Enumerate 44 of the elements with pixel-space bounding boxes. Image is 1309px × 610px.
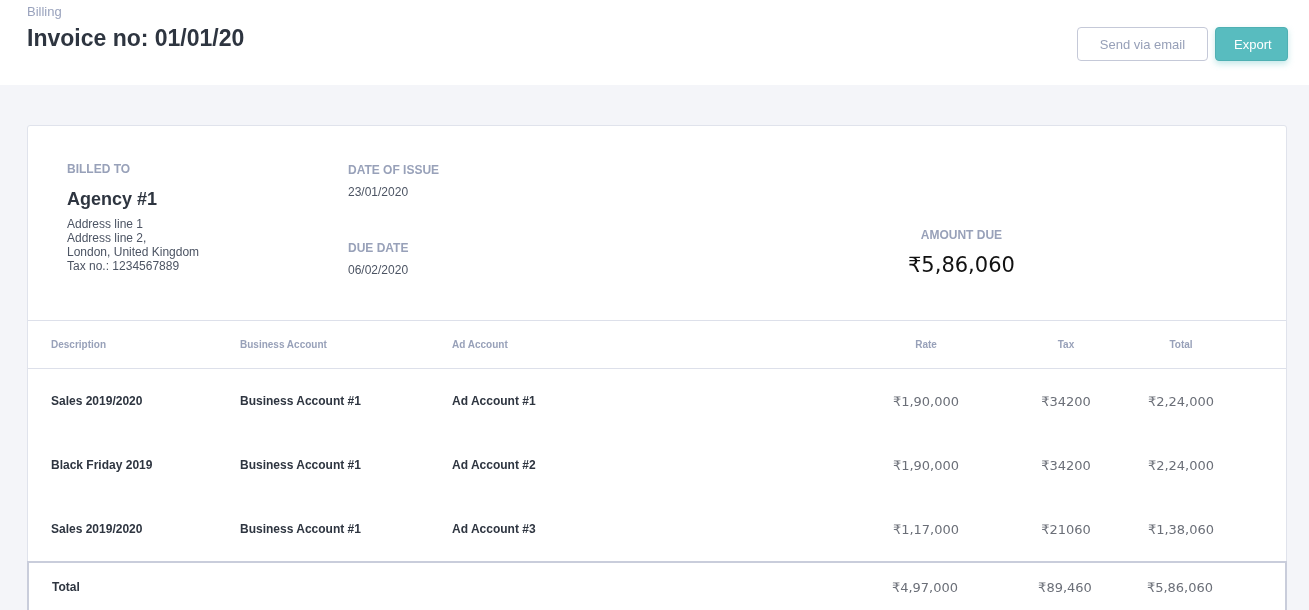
section-label: BILLED TO xyxy=(67,162,132,176)
due-date: 06/02/2020 xyxy=(348,263,410,277)
section-label: DATE OF ISSUE xyxy=(348,163,441,177)
column-header: Ad Account xyxy=(452,339,508,350)
table-cell: Black Friday 2019 xyxy=(51,458,153,472)
issue-date: 23/01/2020 xyxy=(348,185,410,199)
table-cell: ₹1,17,000 xyxy=(892,521,960,537)
address-line: Address line 1 xyxy=(67,217,145,231)
table-cell: ₹2,24,000 xyxy=(1147,457,1215,473)
table-cell: ₹21060 xyxy=(1041,521,1091,537)
table-cell: Business Account #1 xyxy=(240,522,361,536)
page-title: Invoice no: 01/01/20 xyxy=(27,25,245,52)
column-header: Tax xyxy=(1057,339,1075,350)
table-cell: ₹1,90,000 xyxy=(892,457,960,473)
amount-due: ₹5,86,060 xyxy=(908,253,1015,277)
table-cell: ₹2,24,000 xyxy=(1147,393,1215,409)
total-label: Total xyxy=(52,580,80,594)
table-cell: ₹1,38,060 xyxy=(1147,521,1215,537)
column-header: Total xyxy=(1169,339,1193,350)
column-header: Rate xyxy=(915,339,937,350)
address-line: Tax no.: 1234567889 xyxy=(67,259,181,273)
table-cell: Sales 2019/2020 xyxy=(51,522,143,536)
breadcrumb[interactable]: Billing xyxy=(27,4,245,19)
table-cell: ₹1,90,000 xyxy=(892,393,960,409)
section-label: AMOUNT DUE xyxy=(920,228,1003,242)
table-cell: Ad Account #2 xyxy=(452,458,536,472)
table-cell: Business Account #1 xyxy=(240,394,361,408)
table-cell: Ad Account #1 xyxy=(452,394,536,408)
table-cell: Sales 2019/2020 xyxy=(51,394,143,408)
table-cell: Business Account #1 xyxy=(240,458,361,472)
table-cell: ₹34200 xyxy=(1041,457,1091,473)
email-button[interactable]: Send via email xyxy=(1077,27,1208,61)
client-name: Agency #1 xyxy=(67,189,159,210)
export-button[interactable]: Export xyxy=(1215,27,1288,61)
column-header: Business Account xyxy=(240,339,327,350)
table-cell: ₹34200 xyxy=(1041,393,1091,409)
table-cell: Ad Account #3 xyxy=(452,522,536,536)
address-line: London, United Kingdom xyxy=(67,245,201,259)
table-cell: ₹4,97,000 xyxy=(891,579,959,595)
address-line: Address line 2, xyxy=(67,231,148,245)
section-label: DUE DATE xyxy=(348,241,410,255)
table-cell: ₹89,460 xyxy=(1038,579,1092,595)
table-cell: ₹5,86,060 xyxy=(1146,579,1214,595)
column-header: Description xyxy=(51,339,106,350)
